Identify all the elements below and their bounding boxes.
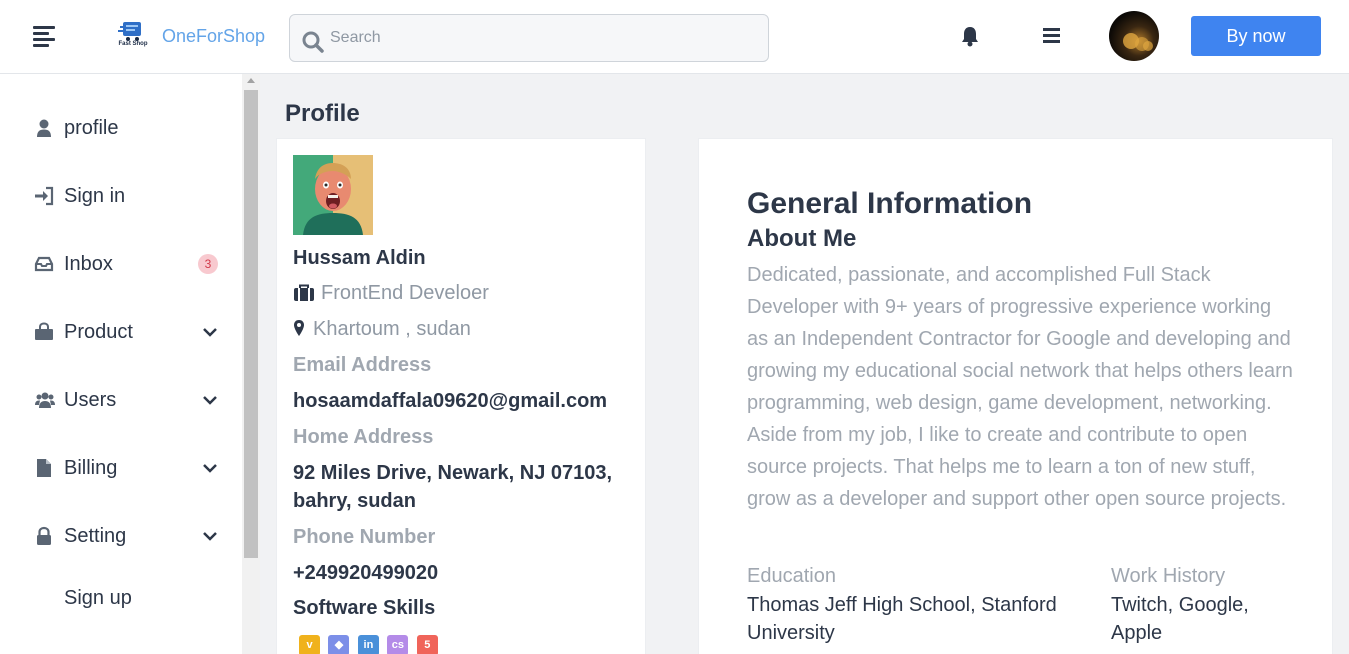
email-label: Email Address	[293, 354, 432, 376]
profile-name: Hussam Aldin	[293, 247, 426, 269]
scroll-up-arrow-icon[interactable]	[247, 78, 255, 83]
chevron-down-icon[interactable]	[202, 528, 218, 544]
work-history-label: Work History	[1111, 565, 1226, 587]
top-bar: Fast Shop OneForShop By now	[0, 0, 1349, 74]
lock-icon	[37, 526, 51, 545]
phone-label: Phone Number	[293, 526, 436, 548]
education-label: Education	[747, 565, 836, 587]
user-icon	[37, 119, 51, 137]
profile-photo	[293, 155, 373, 235]
skills-title: Software Skills	[293, 597, 436, 619]
menu-icon[interactable]	[1043, 28, 1060, 46]
logo-caption: Fast Shop	[118, 41, 148, 47]
map-marker-icon	[294, 320, 304, 336]
sign-in-icon	[35, 186, 54, 206]
profile-role-text: FrontEnd Develoer	[321, 282, 489, 304]
chevron-down-icon[interactable]	[202, 392, 218, 408]
profile-location-text: Khartoum , sudan	[313, 318, 471, 340]
phone-value: +249920499020	[293, 562, 439, 584]
sidebar-item-label: Product	[64, 321, 133, 343]
profile-card: Hussam Aldin FrontEnd Develoer Khartoum …	[276, 138, 646, 654]
sidebar-item-label: Billing	[64, 457, 118, 479]
sidebar-item-profile[interactable]: profile	[0, 108, 242, 148]
sidebar-item-sign-in[interactable]: Sign in	[0, 176, 242, 216]
shopping-bag-icon	[35, 322, 53, 340]
work-history-value: Twitch, Google, Apple	[1111, 594, 1249, 644]
sidebar-item-label: Inbox	[64, 253, 113, 275]
chevron-down-icon[interactable]	[202, 460, 218, 476]
sidebar-item-users[interactable]: Users	[0, 380, 242, 420]
sidebar-item-label: Sign in	[64, 185, 126, 207]
linkedin-icon[interactable]: in	[357, 635, 379, 654]
sidebar-item-sign-up[interactable]: Sign up	[0, 578, 242, 618]
search-box	[289, 14, 769, 62]
briefcase-icon	[294, 284, 314, 301]
skills-list: v ◆ in cs 5	[299, 635, 442, 654]
file-icon	[37, 459, 51, 477]
avatar[interactable]	[1109, 11, 1159, 61]
buy-now-button[interactable]: By now	[1191, 16, 1321, 56]
sidebar-item-inbox[interactable]: Inbox 3	[0, 244, 242, 284]
html5-icon[interactable]: 5	[416, 635, 438, 654]
search-input[interactable]	[330, 15, 760, 61]
bell-icon[interactable]	[960, 25, 980, 47]
css-icon[interactable]: cs	[387, 635, 409, 654]
scrollbar-thumb[interactable]	[244, 90, 258, 558]
sidebar-item-label: Setting	[64, 525, 127, 547]
education-value: Thomas Jeff High School, Stanford Univer…	[747, 594, 1057, 644]
menu-toggle-icon[interactable]	[33, 26, 55, 47]
brand-name[interactable]: OneForShop	[162, 26, 265, 47]
email-value: hosaamdaffala09620@gmail.com	[293, 390, 608, 412]
about-me-text: Dedicated, passionate, and accomplished …	[747, 264, 1293, 510]
sidebar-item-label: Sign up	[64, 587, 132, 609]
page-title: Profile	[285, 100, 360, 127]
sidebar-item-label: profile	[64, 117, 119, 139]
sidebar-item-billing[interactable]: Billing	[0, 448, 242, 488]
home-address-value: 92 Miles Drive, Newark, NJ 07103, bahry,…	[293, 462, 613, 512]
inbox-icon	[34, 256, 54, 272]
users-icon	[35, 392, 55, 408]
general-info-title: General Information	[747, 187, 1033, 220]
logo[interactable]	[116, 20, 150, 52]
chevron-down-icon[interactable]	[202, 324, 218, 340]
sidebar-scrollbar[interactable]	[242, 74, 260, 654]
vimeo-icon[interactable]: v	[299, 635, 320, 654]
sidebar: profile Sign in Inbox 3 Product Users Bi…	[0, 74, 242, 654]
sidebar-item-setting[interactable]: Setting	[0, 516, 242, 556]
home-address-label: Home Address	[293, 426, 434, 448]
search-icon	[302, 31, 324, 53]
general-info-card: General Information About Me Dedicated, …	[698, 138, 1333, 654]
about-me-title: About Me	[747, 225, 857, 252]
inbox-count-badge: 3	[198, 254, 218, 274]
sidebar-item-label: Users	[64, 389, 117, 411]
sidebar-item-product[interactable]: Product	[0, 312, 242, 352]
git-icon[interactable]: ◆	[328, 635, 350, 654]
